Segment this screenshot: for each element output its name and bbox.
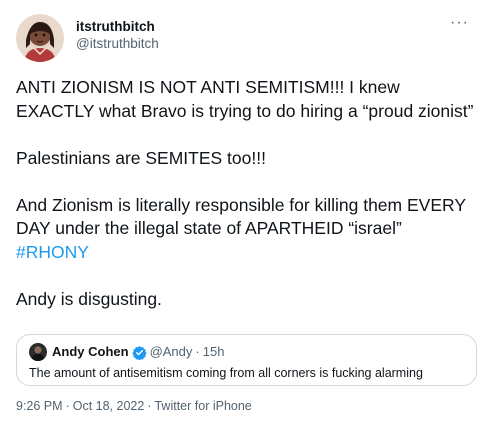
author-handle[interactable]: @itstruthbitch (76, 35, 159, 52)
meta-separator: · (65, 399, 70, 413)
tweet-text-line-4: Andy is disgusting. (16, 288, 162, 309)
quoted-avatar-photo-icon (29, 343, 47, 361)
tweet-text-line-1: ANTI ZIONISM IS NOT ANTI SEMITISM!!! I k… (16, 77, 474, 121)
quoted-tweet-header: Andy Cohen @Andy · 15h (29, 343, 464, 361)
tweet-time[interactable]: 9:26 PM (16, 399, 63, 413)
quoted-author-name: Andy Cohen (52, 344, 129, 359)
tweet-date[interactable]: Oct 18, 2022 (73, 399, 145, 413)
quoted-tweet-text: The amount of antisemitism coming from a… (29, 366, 423, 380)
author-avatar[interactable] (16, 14, 64, 62)
quoted-author-avatar (29, 343, 47, 361)
verified-badge-icon (131, 345, 147, 360)
tweet-text-line-2: Palestinians are SEMITES too!!! (16, 147, 266, 168)
quoted-timestamp[interactable]: 15h (203, 344, 225, 360)
avatar-illustration-icon (16, 14, 64, 62)
quoted-tweet[interactable]: Andy Cohen @Andy · 15h The amount of ant… (16, 334, 477, 386)
hashtag-link[interactable]: #RHONY (16, 242, 89, 262)
tweet-text: ANTI ZIONISM IS NOT ANTI SEMITISM!!! I k… (16, 76, 476, 311)
quoted-author-handle: @Andy (149, 344, 193, 359)
tweet-metadata: 9:26 PM · Oct 18, 2022 · Twitter for iPhone (16, 399, 252, 413)
tweet-text-line-3: And Zionism is literally responsible for… (16, 194, 471, 239)
more-options-icon[interactable]: ··· (450, 14, 469, 32)
meta-separator: · (147, 399, 152, 413)
tweet-source[interactable]: Twitter for iPhone (154, 399, 251, 413)
quoted-separator: · (195, 344, 200, 359)
tweet-header: itstruthbitch @itstruthbitch ··· (16, 12, 477, 62)
author-names: itstruthbitch @itstruthbitch (76, 18, 159, 52)
author-display-name[interactable]: itstruthbitch (76, 18, 159, 35)
